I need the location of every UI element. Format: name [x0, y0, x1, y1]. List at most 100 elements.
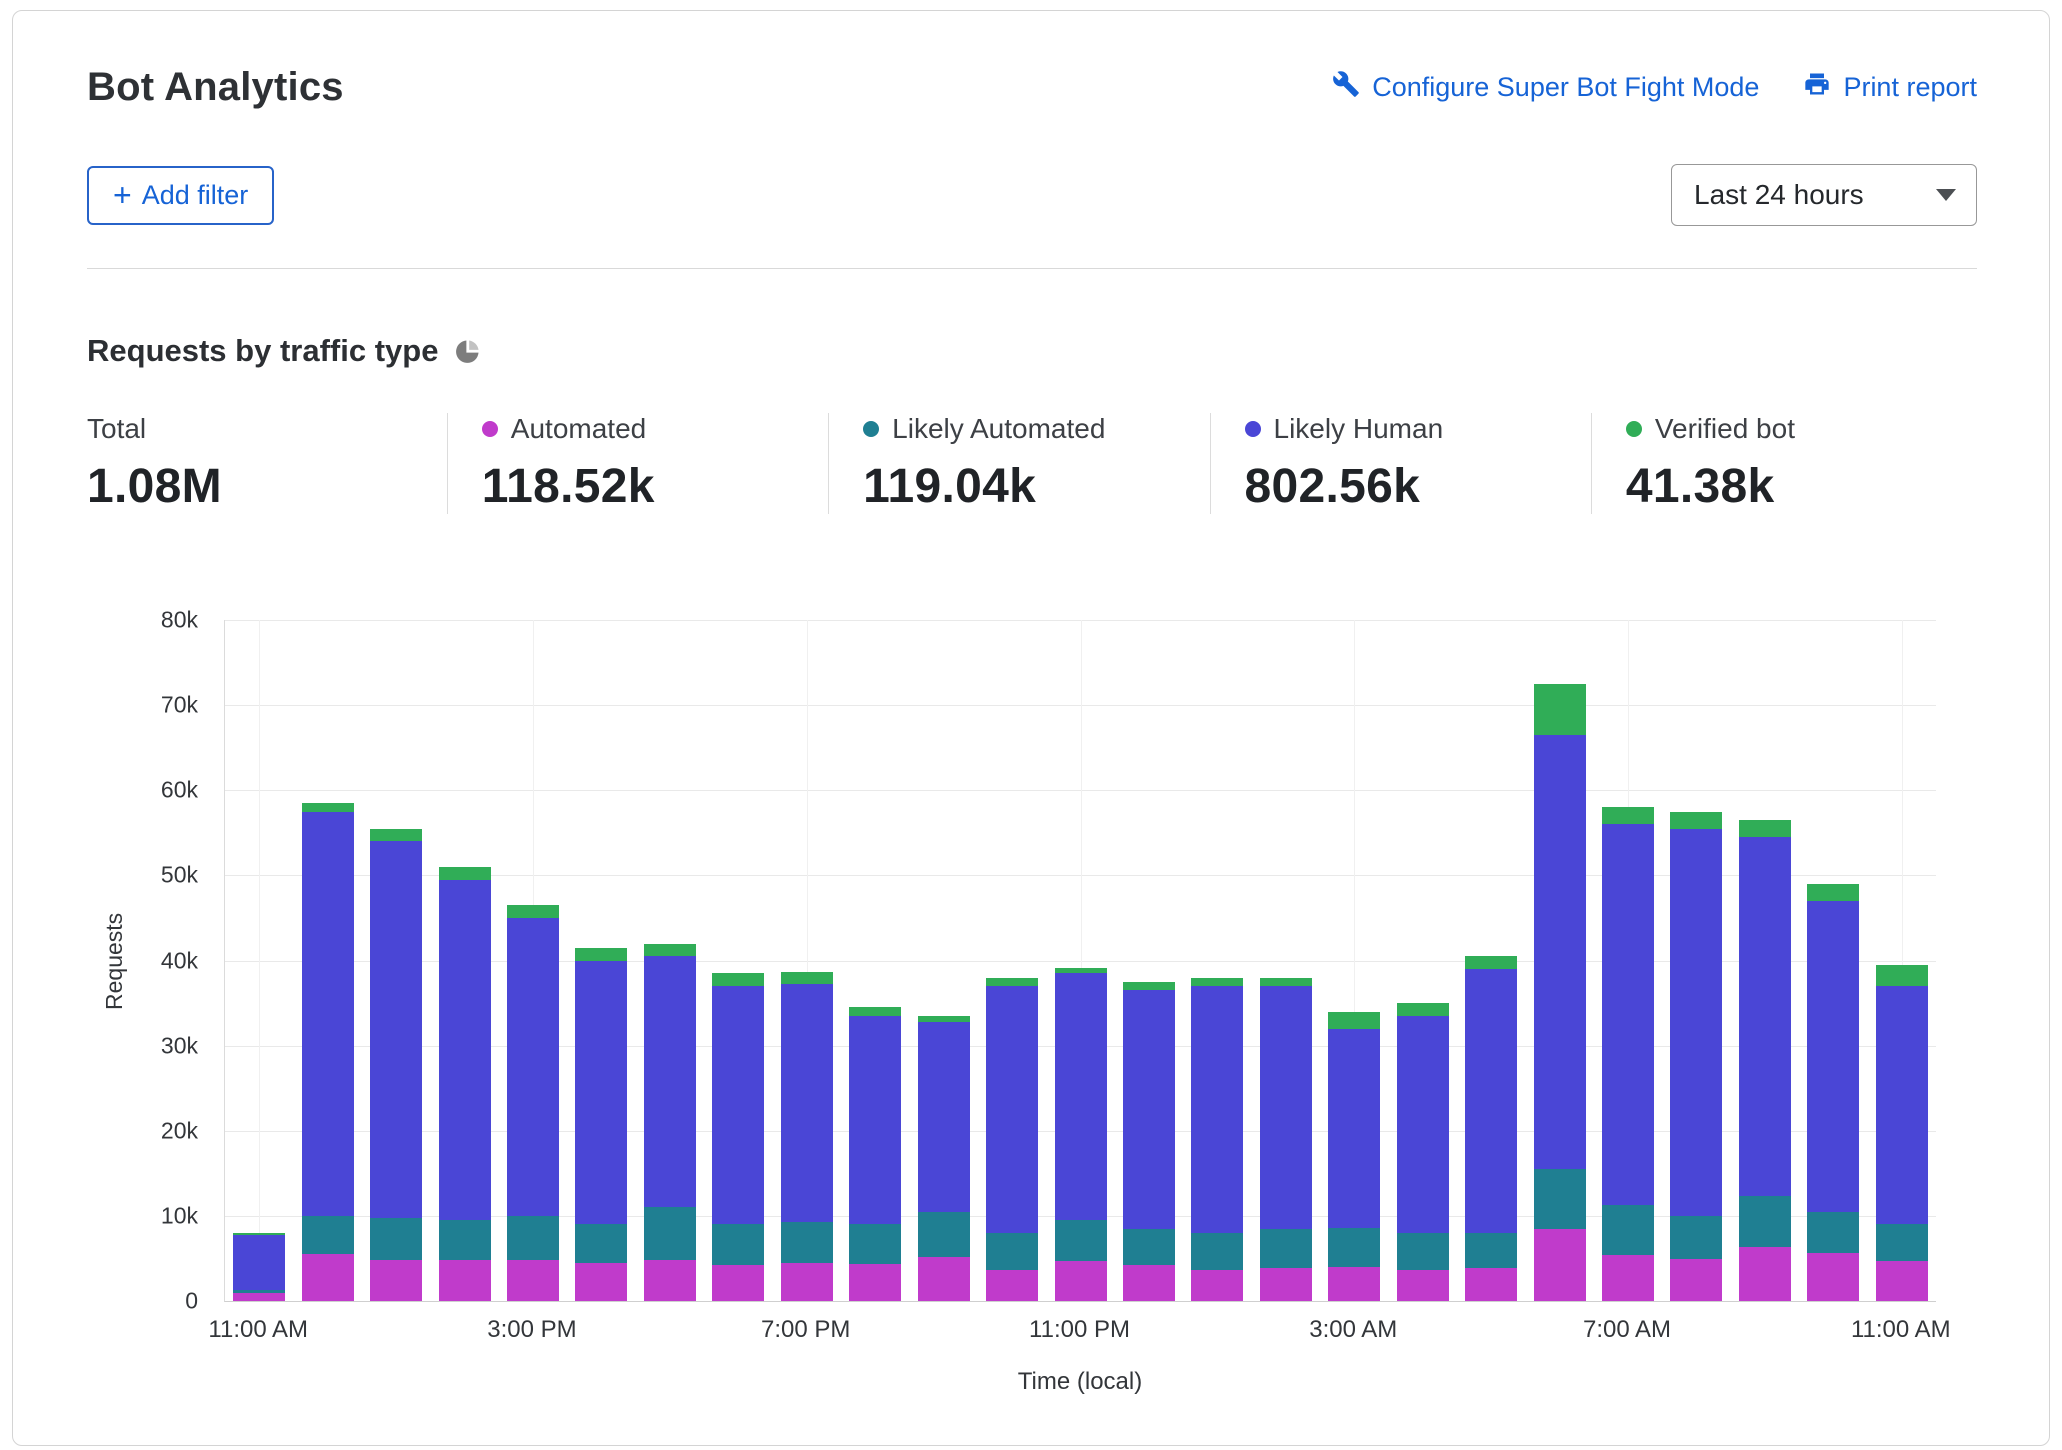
- print-report-link[interactable]: Print report: [1803, 70, 1977, 105]
- gridline: [259, 620, 260, 1301]
- bar-segment: [575, 1263, 627, 1301]
- bar-segment: [1876, 965, 1928, 986]
- bar-segment: [1397, 1016, 1449, 1233]
- bar-segment: [1807, 884, 1859, 901]
- configure-super-bot-fight-mode-link[interactable]: Configure Super Bot Fight Mode: [1332, 70, 1759, 105]
- x-tick-label: 11:00 AM: [1851, 1316, 1951, 1344]
- bar-segment: [575, 1224, 627, 1262]
- bar-segment: [1739, 1196, 1791, 1247]
- bar-segment: [1602, 1255, 1654, 1301]
- bar-segment: [712, 1265, 764, 1301]
- y-tick-label: 0: [185, 1288, 198, 1315]
- bar-segment: [918, 1212, 970, 1257]
- bar[interactable]: [302, 803, 354, 1301]
- bar[interactable]: [1260, 978, 1312, 1301]
- bar[interactable]: [233, 1233, 285, 1301]
- bar-segment: [1602, 807, 1654, 824]
- bar-segment: [644, 956, 696, 1207]
- bar-segment: [507, 1216, 559, 1260]
- add-filter-button[interactable]: + Add filter: [87, 166, 274, 225]
- bar-segment: [712, 973, 764, 986]
- bar-segment: [849, 1016, 901, 1225]
- bar-segment: [1397, 1003, 1449, 1016]
- bar-segment: [849, 1264, 901, 1301]
- bar-segment: [302, 803, 354, 812]
- bar[interactable]: [1055, 968, 1107, 1301]
- bar-segment: [1123, 1265, 1175, 1301]
- time-range-value: Last 24 hours: [1694, 179, 1864, 211]
- bar[interactable]: [986, 978, 1038, 1301]
- bar-segment: [781, 984, 833, 1222]
- bar-segment: [1602, 1205, 1654, 1255]
- verified-bot-legend-dot: [1626, 421, 1642, 437]
- y-tick-label: 80k: [161, 607, 198, 634]
- add-filter-label: Add filter: [142, 180, 249, 211]
- page-title: Bot Analytics: [87, 65, 344, 110]
- bar-segment: [1876, 1224, 1928, 1261]
- bar-segment: [1739, 1247, 1791, 1301]
- bar[interactable]: [849, 1007, 901, 1301]
- bar-segment: [439, 1260, 491, 1301]
- bar[interactable]: [712, 973, 764, 1301]
- x-tick-label: 11:00 AM: [208, 1316, 308, 1344]
- bar-segment: [575, 961, 627, 1225]
- stat-verified-bot-value: 41.38k: [1626, 459, 1957, 514]
- bar[interactable]: [370, 829, 422, 1301]
- likely-human-legend-dot: [1245, 421, 1261, 437]
- bar-segment: [986, 1270, 1038, 1301]
- bar-segment: [370, 841, 422, 1217]
- bar[interactable]: [1807, 884, 1859, 1301]
- bar-segment: [1123, 1229, 1175, 1266]
- bar[interactable]: [575, 948, 627, 1301]
- time-range-select[interactable]: Last 24 hours: [1671, 164, 1977, 226]
- bar-segment: [1055, 1220, 1107, 1261]
- bar[interactable]: [1670, 812, 1722, 1301]
- bar[interactable]: [918, 1016, 970, 1301]
- chevron-down-icon: [1936, 189, 1956, 201]
- bar-segment: [1191, 1270, 1243, 1301]
- bar[interactable]: [1397, 1003, 1449, 1301]
- bar-segment: [986, 978, 1038, 987]
- stat-total-value: 1.08M: [87, 459, 427, 514]
- stat-total: Total 1.08M: [87, 413, 447, 514]
- bar[interactable]: [644, 944, 696, 1302]
- stat-automated-label: Automated: [511, 413, 646, 445]
- x-tick-label: 7:00 PM: [761, 1316, 850, 1344]
- bar-segment: [302, 812, 354, 1216]
- bar[interactable]: [439, 867, 491, 1301]
- bar-segment: [507, 918, 559, 1216]
- stat-automated-value: 118.52k: [482, 459, 808, 514]
- bar-segment: [1739, 837, 1791, 1196]
- print-link-label: Print report: [1843, 72, 1977, 103]
- bar-segment: [1123, 990, 1175, 1228]
- bar-segment: [1534, 735, 1586, 1169]
- bar[interactable]: [1123, 982, 1175, 1301]
- plus-icon: +: [113, 182, 132, 208]
- bar[interactable]: [1328, 1012, 1380, 1301]
- bar-segment: [644, 1207, 696, 1260]
- bar-segment: [1328, 1228, 1380, 1267]
- bar-segment: [1739, 820, 1791, 837]
- bar[interactable]: [1465, 956, 1517, 1301]
- bar[interactable]: [507, 905, 559, 1301]
- bar-segment: [1260, 1229, 1312, 1268]
- bar[interactable]: [1739, 820, 1791, 1301]
- bar-segment: [439, 867, 491, 880]
- bar-segment: [507, 905, 559, 918]
- bar[interactable]: [1191, 978, 1243, 1301]
- y-tick-label: 10k: [161, 1202, 198, 1229]
- bar-segment: [370, 1260, 422, 1301]
- bar-segment: [1260, 1268, 1312, 1301]
- bar-segment: [302, 1254, 354, 1301]
- page-card: Bot Analytics Configure Super Bot Fight …: [12, 10, 2050, 1446]
- bar[interactable]: [1876, 965, 1928, 1301]
- bar[interactable]: [1534, 684, 1586, 1301]
- stat-likely-automated-value: 119.04k: [863, 459, 1189, 514]
- pie-chart-icon[interactable]: [454, 338, 481, 365]
- bar-segment: [1191, 978, 1243, 987]
- bar-segment: [986, 1233, 1038, 1270]
- bar[interactable]: [1602, 807, 1654, 1301]
- bar-segment: [1191, 1233, 1243, 1270]
- bar-segment: [1465, 969, 1517, 1233]
- bar[interactable]: [781, 972, 833, 1301]
